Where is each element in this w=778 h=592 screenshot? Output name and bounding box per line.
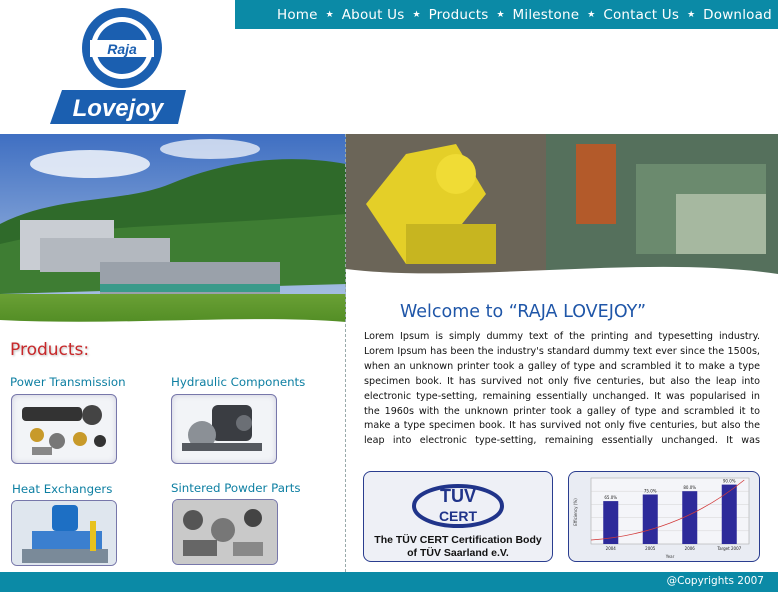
star-icon: ★ xyxy=(687,9,696,20)
bar-data-label: 65.0% xyxy=(604,495,617,500)
industrial-robot-photo xyxy=(346,134,778,294)
tuv-logo-text: TÜV xyxy=(440,486,476,506)
chart-x-label: Year xyxy=(665,554,675,559)
bar-target-2007 xyxy=(721,484,737,544)
tuv-cert-logo: TÜV CERT The TÜV CERT Certification Body… xyxy=(374,484,542,559)
bar-2005 xyxy=(642,494,658,544)
footer-bar xyxy=(0,572,778,592)
product-link-heat-exchangers[interactable]: Heat Exchangers xyxy=(12,482,112,496)
chart-y-label: Efficiency (%) xyxy=(573,498,578,526)
efficiency-chart-box[interactable]: Efficiency (%) Year 65.0% 2004 75.0% 2005 80… xyxy=(568,471,760,562)
nav-about-us[interactable]: About Us xyxy=(342,7,405,23)
x-tick-label: 2006 xyxy=(685,546,696,551)
logo-bottom-text: Lovejoy xyxy=(73,95,165,122)
product-link-sintered-powder-parts[interactable]: Sintered Powder Parts xyxy=(171,481,301,495)
product-link-power-transmission[interactable]: Power Transmission xyxy=(10,375,126,389)
logo-top-text: Raja xyxy=(107,41,137,57)
bar-data-label: 75.0% xyxy=(644,489,657,494)
x-tick-label: 2005 xyxy=(645,546,656,551)
tuv-cert-badge[interactable]: TÜV CERT The TÜV CERT Certification Body… xyxy=(363,471,553,562)
welcome-title: Welcome to “RAJA LOVEJOY” xyxy=(400,302,647,322)
nav-products[interactable]: Products xyxy=(429,7,489,23)
copyright-text: @Copyrights 2007 xyxy=(666,575,764,587)
hydraulic-pump-image xyxy=(182,405,262,451)
bar-2006 xyxy=(682,491,698,544)
nav-download[interactable]: Download xyxy=(703,7,772,23)
x-tick-label: Target 2007 xyxy=(716,546,741,551)
star-icon: ★ xyxy=(587,9,596,20)
star-icon: ★ xyxy=(412,9,421,20)
efficiency-bar-chart: Efficiency (%) Year 65.0% 2004 75.0% 2005 80… xyxy=(573,477,750,559)
star-icon: ★ xyxy=(496,9,505,20)
factory-photo xyxy=(0,134,346,328)
star-icon: ★ xyxy=(325,9,334,20)
sintered-parts-image xyxy=(173,500,277,564)
top-nav: Home ★ About Us ★ Products ★ Milestone ★… xyxy=(235,0,778,29)
couplings-image xyxy=(22,405,106,455)
nav-contact-us[interactable]: Contact Us xyxy=(603,7,679,23)
product-link-hydraulic-components[interactable]: Hydraulic Components xyxy=(171,375,305,389)
tuv-cert-line1: The TÜV CERT Certification Body xyxy=(374,533,542,546)
x-tick-label: 2004 xyxy=(606,546,617,551)
heat-exchangers-thumbnail[interactable] xyxy=(11,500,117,566)
column-divider xyxy=(345,134,346,572)
welcome-paragraph: Lorem Ipsum is simply dummy text of the … xyxy=(364,331,760,447)
bar-data-label: 80.0% xyxy=(683,485,696,490)
tuv-cert-line2: of TÜV Saarland e.V. xyxy=(407,546,509,559)
power-transmission-thumbnail[interactable] xyxy=(11,394,117,464)
raja-lovejoy-logo[interactable]: Raja Lovejoy xyxy=(46,4,188,128)
products-heading: Products: xyxy=(10,340,90,360)
bar-data-label: 90.0% xyxy=(723,479,736,484)
nav-milestone[interactable]: Milestone xyxy=(513,7,580,23)
nav-home[interactable]: Home xyxy=(277,7,318,23)
heat-exchanger-image xyxy=(12,501,116,565)
sintered-powder-parts-thumbnail[interactable] xyxy=(172,499,278,565)
hydraulic-components-thumbnail[interactable] xyxy=(171,394,277,464)
cert-logo-text: CERT xyxy=(439,508,478,524)
